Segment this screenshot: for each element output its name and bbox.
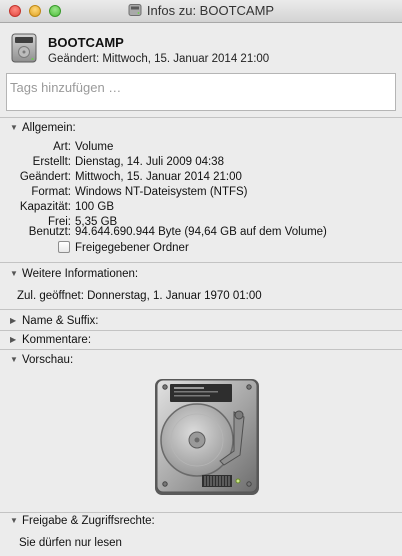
info-key: Benutzt: xyxy=(28,226,71,238)
disclosure-triangle-down-icon: ▼ xyxy=(10,123,18,132)
disclosure-triangle-right-icon: ▶ xyxy=(10,316,17,325)
disclosure-triangle-down-icon: ▼ xyxy=(10,269,18,278)
disclosure-triangle-down-icon: ▼ xyxy=(10,516,18,525)
info-value: 100 GB xyxy=(75,201,114,213)
tags-input[interactable]: Tags hinzufügen … xyxy=(6,73,396,111)
section-label: Vorschau: xyxy=(22,354,74,366)
section-label: Weitere Informationen: xyxy=(22,268,139,280)
info-key: Erstellt: xyxy=(32,156,71,168)
section-label: Allgemein: xyxy=(22,122,76,134)
info-window: Infos zu: BOOTCAMP BOOTCAMP Geändert: Mi… xyxy=(0,0,402,556)
info-value: Volume xyxy=(75,141,114,153)
hard-drive-icon xyxy=(11,33,37,63)
shared-folder-label: Freigegebener Ordner xyxy=(75,242,189,254)
info-row: Art: Volume xyxy=(0,141,402,156)
section-label: Freigabe & Zugriffsrechte: xyxy=(22,515,155,527)
section-label: Name & Suffix: xyxy=(22,315,99,327)
info-value: Windows NT-Dateisystem (NTFS) xyxy=(75,186,248,198)
info-value: 94.644.690.944 Byte (94,64 GB auf dem Vo… xyxy=(75,226,327,238)
info-row: Geändert: Mittwoch, 15. Januar 2014 21:0… xyxy=(0,171,402,186)
shared-folder-checkbox[interactable] xyxy=(58,241,70,253)
info-row: Benutzt: 94.644.690.944 Byte (94,64 GB a… xyxy=(0,226,402,241)
divider xyxy=(0,262,402,263)
info-value: Dienstag, 14. Juli 2009 04:38 xyxy=(75,156,224,168)
section-label: Kommentare: xyxy=(22,334,92,346)
shared-folder-checkbox-row[interactable]: Freigegebener Ordner xyxy=(58,241,189,254)
section-sharing-toggle[interactable]: ▼ Freigabe & Zugriffsrechte: xyxy=(10,515,155,527)
volume-name: BOOTCAMP xyxy=(48,35,124,50)
divider xyxy=(0,330,402,331)
window-title: Infos zu: BOOTCAMP xyxy=(146,3,275,18)
info-row: Erstellt: Dienstag, 14. Juli 2009 04:38 xyxy=(0,156,402,171)
last-opened-text: Zul. geöffnet: Donnerstag, 1. Januar 197… xyxy=(17,290,262,302)
info-value: Mittwoch, 15. Januar 2014 21:00 xyxy=(75,171,242,183)
disclosure-triangle-right-icon: ▶ xyxy=(10,335,17,344)
info-key: Art: xyxy=(53,141,71,153)
divider xyxy=(0,117,402,118)
section-general-toggle[interactable]: ▼ Allgemein: xyxy=(10,122,76,134)
hard-drive-preview-icon xyxy=(155,379,259,495)
section-preview-toggle[interactable]: ▼ Vorschau: xyxy=(10,354,73,366)
disclosure-triangle-down-icon: ▼ xyxy=(10,355,18,364)
section-comments-toggle[interactable]: ▶ Kommentare: xyxy=(10,334,91,346)
title-bar: Infos zu: BOOTCAMP xyxy=(0,0,402,23)
info-key: Format: xyxy=(31,186,71,198)
sharing-permission-text: Sie dürfen nur lesen xyxy=(19,537,122,549)
info-row: Kapazität: 100 GB xyxy=(0,201,402,216)
hard-drive-icon xyxy=(128,4,142,16)
info-row: Format: Windows NT-Dateisystem (NTFS) xyxy=(0,186,402,201)
info-key: Kapazität: xyxy=(19,201,71,213)
section-more-info-toggle[interactable]: ▼ Weitere Informationen: xyxy=(10,268,138,280)
info-key: Geändert: xyxy=(19,171,71,183)
divider xyxy=(0,309,402,310)
divider xyxy=(0,512,402,513)
window-title-area: Infos zu: BOOTCAMP xyxy=(0,0,402,22)
header-modified-date: Geändert: Mittwoch, 15. Januar 2014 21:0… xyxy=(48,53,270,65)
divider xyxy=(0,349,402,350)
section-name-suffix-toggle[interactable]: ▶ Name & Suffix: xyxy=(10,315,99,327)
